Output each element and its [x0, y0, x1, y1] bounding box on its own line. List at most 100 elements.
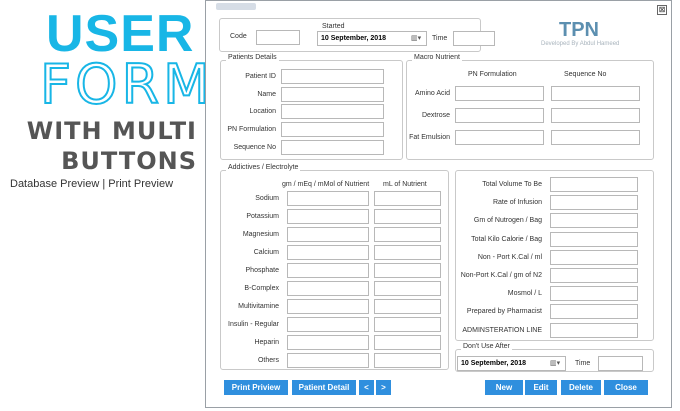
additive-ml-field[interactable] — [374, 209, 441, 224]
total-label: Non-Port K.Cal / gm of N2 — [460, 272, 542, 279]
additive-amount-field[interactable] — [287, 227, 369, 242]
calendar-dropdown-icon[interactable]: ▥▾ — [550, 359, 564, 368]
additive-label: Insulin - Regular — [228, 321, 279, 328]
next-record-button[interactable]: > — [376, 380, 391, 395]
total-value-field[interactable] — [550, 322, 638, 338]
additive-ml-field[interactable] — [374, 227, 441, 242]
additive-amount-field[interactable] — [287, 209, 369, 224]
total-value-field[interactable] — [550, 213, 638, 229]
total-label: Non - Port K.Cal / ml — [477, 253, 542, 261]
additive-amount-field[interactable] — [287, 263, 369, 278]
additive-amount-field[interactable] — [287, 245, 369, 260]
additive-ml-field[interactable] — [374, 317, 441, 332]
fat-emulsion-sequence-field[interactable] — [551, 130, 640, 145]
pn-formulation-label: PN Formulation — [227, 126, 276, 133]
edit-button[interactable]: Edit — [525, 380, 557, 395]
additive-label: Magnesium — [242, 231, 279, 238]
total-value-field[interactable] — [550, 231, 638, 247]
total-value-field[interactable] — [550, 286, 638, 302]
total-label: Prepared by Pharmacist — [466, 308, 542, 316]
additive-amount-field[interactable] — [287, 353, 369, 368]
promo-subtitle-2: BUTTONS — [61, 147, 197, 175]
patient-id-field[interactable] — [281, 69, 384, 84]
promo-title-form: FORM — [39, 53, 214, 116]
started-date-value: 10 September, 2018 — [321, 35, 386, 42]
page: USER FORM WITH MULTI BUTTONS Database Pr… — [0, 0, 680, 411]
dextrose-sequence-field[interactable] — [551, 108, 640, 123]
additive-ml-field[interactable] — [374, 281, 441, 296]
previous-record-button[interactable]: < — [359, 380, 374, 395]
additive-label: B-Complex — [244, 285, 279, 292]
macro-col-sequence-header: Sequence No — [564, 71, 607, 78]
delete-button[interactable]: Delete — [561, 380, 601, 395]
additive-ml-field[interactable] — [374, 245, 441, 260]
dont-use-date-value: 10 September, 2018 — [461, 360, 526, 367]
total-value-field[interactable] — [550, 304, 638, 320]
calendar-dropdown-icon[interactable]: ▥▾ — [411, 34, 425, 43]
dont-use-time-field[interactable] — [598, 356, 643, 371]
additives-col-amount-header: gm / mEq / mMol of Nutrient — [282, 181, 370, 188]
additive-label: Heparin — [254, 339, 279, 346]
additive-amount-field[interactable] — [287, 299, 369, 314]
total-value-field[interactable] — [550, 177, 638, 192]
dont-use-time-label: Time — [575, 360, 591, 367]
additive-amount-field[interactable] — [287, 191, 369, 206]
dextrose-formulation-field[interactable] — [455, 108, 544, 123]
location-field[interactable] — [281, 104, 384, 119]
total-label: Total Kilo Calorie / Bag — [471, 235, 542, 243]
amino-acid-formulation-field[interactable] — [455, 86, 544, 101]
print-preview-button[interactable]: Print Priview — [224, 380, 288, 395]
form-window: ⊠ Code Started 10 September, 2018 ▥▾ Tim… — [205, 0, 672, 408]
total-label: Total Volume To Be — [482, 181, 542, 188]
time-field[interactable] — [453, 31, 495, 46]
total-label: ADMINSTERATION LINE — [462, 326, 542, 334]
patient-details-legend: Patients Details — [226, 54, 279, 61]
dont-use-legend: Don't Use After — [461, 343, 512, 350]
code-field[interactable] — [256, 30, 300, 45]
developer-credit: Developed By Abdul Hameed — [541, 41, 620, 47]
close-window-icon[interactable]: ⊠ — [657, 5, 667, 15]
additive-amount-field[interactable] — [287, 317, 369, 332]
dont-use-date-picker[interactable]: 10 September, 2018 ▥▾ — [457, 356, 566, 371]
macro-col-formulation-header: PN Formulation — [468, 71, 517, 78]
brand-logo: TPN — [559, 19, 599, 41]
total-value-field[interactable] — [550, 195, 638, 211]
started-legend: Started — [322, 23, 345, 30]
started-date-picker[interactable]: 10 September, 2018 ▥▾ — [317, 31, 427, 46]
preview-links[interactable]: Database Preview | Print Preview — [10, 178, 173, 190]
total-label: Mosmol / L — [507, 290, 542, 298]
additive-amount-field[interactable] — [287, 281, 369, 296]
amino-acid-label: Amino Acid — [414, 90, 450, 97]
dextrose-label: Dextrose — [421, 112, 450, 119]
additive-ml-field[interactable] — [374, 263, 441, 278]
time-label: Time — [432, 35, 448, 42]
total-label: Rate of Infusion — [492, 199, 542, 207]
additive-label: Sodium — [255, 195, 279, 202]
name-field[interactable] — [281, 87, 384, 102]
amino-acid-sequence-field[interactable] — [551, 86, 640, 101]
patient-detail-button[interactable]: Patient Detail — [292, 380, 356, 395]
additive-label: Multivitamine — [238, 303, 279, 310]
window-title — [216, 3, 256, 10]
name-label: Name — [257, 91, 276, 98]
additive-ml-field[interactable] — [374, 353, 441, 368]
additive-ml-field[interactable] — [374, 335, 441, 350]
fat-emulsion-formulation-field[interactable] — [455, 130, 544, 145]
macro-nutrient-legend: Macro Nutrient — [412, 54, 462, 61]
fat-emulsion-label: Fat Emulsion — [409, 134, 450, 141]
total-label: Gm of Nutrogen / Bag — [473, 217, 542, 225]
additives-col-ml-header: mL of Nutrient — [383, 181, 427, 188]
pn-formulation-field[interactable] — [281, 122, 384, 137]
additive-ml-field[interactable] — [374, 299, 441, 314]
total-value-field[interactable] — [550, 268, 638, 283]
additive-amount-field[interactable] — [287, 335, 369, 350]
sequence-no-label: Sequence No — [233, 144, 276, 151]
close-button[interactable]: Close — [604, 380, 648, 395]
patient-id-label: Patient ID — [245, 73, 276, 80]
code-label: Code — [230, 33, 247, 40]
sequence-no-field[interactable] — [281, 140, 384, 155]
additive-ml-field[interactable] — [374, 191, 441, 206]
new-button[interactable]: New — [485, 380, 523, 395]
total-value-field[interactable] — [550, 249, 638, 265]
additive-label: Others — [257, 357, 279, 364]
